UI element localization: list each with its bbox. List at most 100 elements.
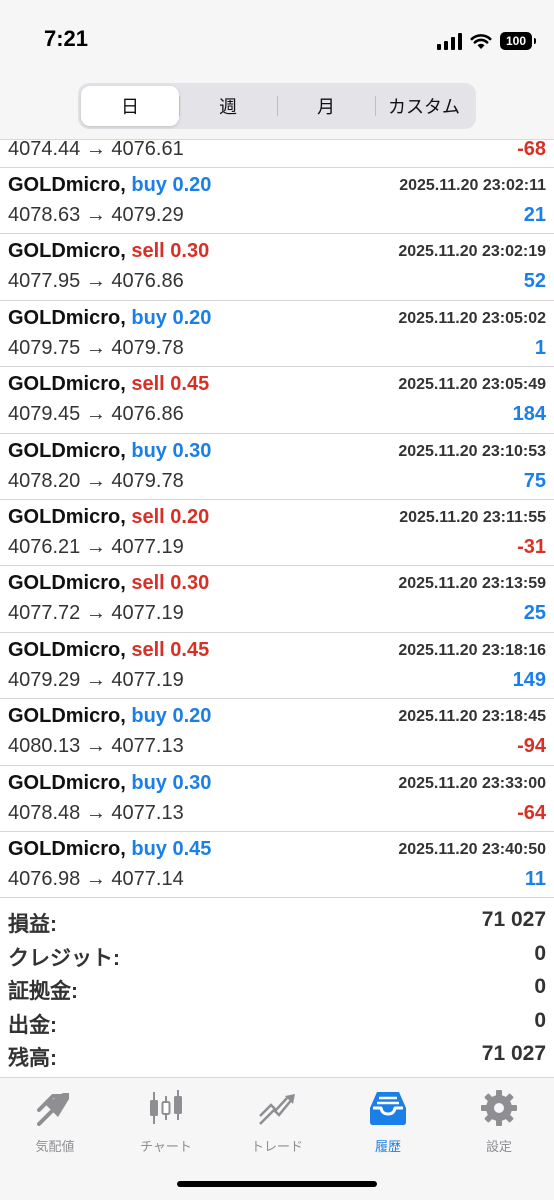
trade-side: buy (131, 174, 167, 196)
status-bar: 7:21 100 (0, 0, 554, 80)
trade-symbol-line: GOLDmicro, sell 0.45 (8, 373, 209, 396)
trade-datetime: 2025.11.20 23:05:02 (398, 309, 546, 327)
battery-icon: 100 (500, 32, 536, 50)
trade-symbol-line: GOLDmicro, sell 0.30 (8, 240, 209, 263)
trade-symbol: GOLDmicro, (8, 837, 126, 860)
tab-trade[interactable]: トレード (222, 1088, 332, 1155)
wifi-icon (470, 33, 492, 50)
summary-row-profit: 損益: 71 027 (0, 906, 554, 940)
list-item[interactable]: GOLDmicro, sell 0.20 2025.11.20 23:11:55 4… (0, 500, 554, 567)
trade-side: sell (131, 505, 165, 528)
trade-prices: 4078.63 → 4079.29 (8, 204, 184, 226)
trade-prices: 4076.98 → 4077.14 (8, 867, 184, 890)
tab-history[interactable]: 履歴 (333, 1088, 443, 1155)
list-item[interactable]: GOLDmicro, sell 0.30 2025.11.20 23:13:59 4… (0, 566, 554, 633)
trade-symbol-line: GOLDmicro, buy 0.20 (8, 705, 211, 728)
status-time: 7:21 (44, 26, 89, 51)
trade-symbol: GOLDmicro, (8, 638, 126, 661)
list-item[interactable]: 4074.44 → 4076.61 -68 (0, 140, 554, 168)
trade-prices: 4076.21 → 4077.19 (8, 535, 184, 558)
trade-symbol-line: GOLDmicro, sell 0.45 (8, 639, 209, 662)
settings-icon (477, 1088, 521, 1128)
tab-label: 気配値 (35, 1139, 75, 1154)
list-item[interactable]: GOLDmicro, buy 0.30 2025.11.20 23:33:00 40… (0, 766, 554, 832)
trade-profit: 21 (523, 204, 546, 226)
tab-month[interactable]: 月 (277, 86, 375, 126)
trade-volume: 0.20 (172, 306, 212, 329)
trade-profit: 75 (523, 469, 546, 492)
trade-prices: 4079.45 → 4076.86 (8, 403, 184, 426)
summary-row-withdrawal: 出金: 0 (0, 1007, 554, 1041)
trade-prices: 4079.75 → 4079.78 (8, 336, 184, 359)
list-item[interactable]: GOLDmicro, buy 0.30 2025.11.20 23:10:53 40… (0, 434, 554, 500)
trade-side: sell (131, 572, 165, 595)
trade-symbol: GOLDmicro, (8, 174, 126, 196)
tab-label: トレード (250, 1139, 303, 1154)
trade-symbol: GOLDmicro, (8, 306, 126, 329)
trade-profit: -68 (517, 140, 546, 160)
trade-profit: 11 (524, 867, 546, 890)
trade-volume: 0.20 (172, 705, 212, 728)
summary-label: 残高: (8, 1047, 57, 1070)
trade-prices: 4078.20 → 4079.78 (8, 469, 184, 492)
trade-side: sell (131, 638, 165, 661)
trade-symbol: GOLDmicro, (8, 705, 126, 728)
list-item[interactable]: GOLDmicro, buy 0.20 2025.11.20 23:18:45 40… (0, 699, 554, 766)
list-item[interactable]: GOLDmicro, buy 0.20 2025.11.20 23:05:02 40… (0, 301, 554, 368)
list-item[interactable]: GOLDmicro, sell 0.30 2025.11.20 23:02:19 4… (0, 234, 554, 301)
chart-icon (144, 1088, 188, 1128)
trade-symbol-line: GOLDmicro, sell 0.20 (8, 506, 209, 529)
trade-volume: 0.30 (170, 572, 210, 595)
trade-volume: 0.20 (170, 505, 210, 528)
trade-history-list[interactable]: 4074.44 → 4076.61 -68 GOLDmicro, buy 0.2… (0, 140, 554, 900)
list-item[interactable]: GOLDmicro, buy 0.20 2025.11.20 23:02:11 40… (0, 168, 554, 235)
trade-datetime: 2025.11.20 23:11:55 (399, 508, 546, 526)
trade-symbol: GOLDmicro, (8, 572, 126, 595)
trade-profit: 52 (523, 270, 546, 293)
list-item[interactable]: GOLDmicro, sell 0.45 2025.11.20 23:18:16 4… (0, 633, 554, 700)
trade-profit: -94 (517, 735, 546, 758)
trade-volume: 0.30 (172, 771, 212, 794)
trade-symbol-line: GOLDmicro, sell 0.30 (8, 572, 209, 595)
trade-side: buy (131, 705, 167, 728)
trade-datetime: 2025.11.20 23:05:49 (398, 376, 546, 394)
trade-symbol: GOLDmicro, (8, 240, 126, 263)
trade-symbol: GOLDmicro, (8, 439, 126, 462)
trade-symbol: GOLDmicro, (8, 771, 126, 794)
period-selector: 日 週 月 カスタム (78, 83, 476, 129)
trade-volume: 0.30 (170, 240, 210, 263)
list-item[interactable]: GOLDmicro, buy 0.45 2025.11.20 23:40:50 40… (0, 832, 554, 899)
battery-level: 100 (505, 34, 527, 48)
trade-profit: 149 (512, 668, 546, 691)
trade-side: buy (131, 837, 167, 860)
history-icon (366, 1088, 410, 1128)
trade-symbol-line: GOLDmicro, buy 0.30 (8, 440, 211, 463)
home-indicator[interactable] (177, 1181, 377, 1187)
trade-datetime: 2025.11.20 23:40:50 (398, 840, 546, 858)
trade-prices: 4077.95 → 4076.86 (8, 270, 184, 293)
trade-profit: 1 (534, 336, 546, 359)
summary-row-deposit: 証拠金: 0 (0, 973, 554, 1007)
tab-label: チャート (140, 1139, 192, 1154)
tab-custom[interactable]: カスタム (375, 86, 473, 126)
summary-label: 証拠金: (8, 980, 78, 1003)
list-item[interactable]: GOLDmicro, sell 0.45 2025.11.20 23:05:49 4… (0, 367, 554, 434)
quotes-icon (33, 1088, 77, 1128)
tab-week[interactable]: 週 (179, 86, 277, 126)
trade-symbol-line: GOLDmicro, buy 0.30 (8, 772, 211, 795)
trade-volume: 0.30 (172, 439, 212, 462)
tab-chart[interactable]: チャート (111, 1088, 221, 1155)
trade-icon (255, 1088, 299, 1128)
tab-settings[interactable]: 設定 (444, 1088, 554, 1155)
trade-datetime: 2025.11.20 23:10:53 (398, 442, 546, 460)
tab-quotes[interactable]: 気配値 (0, 1088, 110, 1155)
header: 7:21 100 日 週 月 カスタム (0, 0, 554, 140)
trade-symbol-line: GOLDmicro, buy 0.45 (8, 838, 211, 861)
trade-side: buy (131, 439, 167, 462)
summary-label: 出金: (8, 1013, 57, 1037)
trade-side: sell (131, 240, 165, 263)
tab-day[interactable]: 日 (81, 86, 179, 126)
status-icons: 100 (437, 28, 536, 54)
trade-prices: 4079.29 → 4077.19 (8, 668, 184, 691)
summary-label: 損益: (8, 913, 57, 936)
